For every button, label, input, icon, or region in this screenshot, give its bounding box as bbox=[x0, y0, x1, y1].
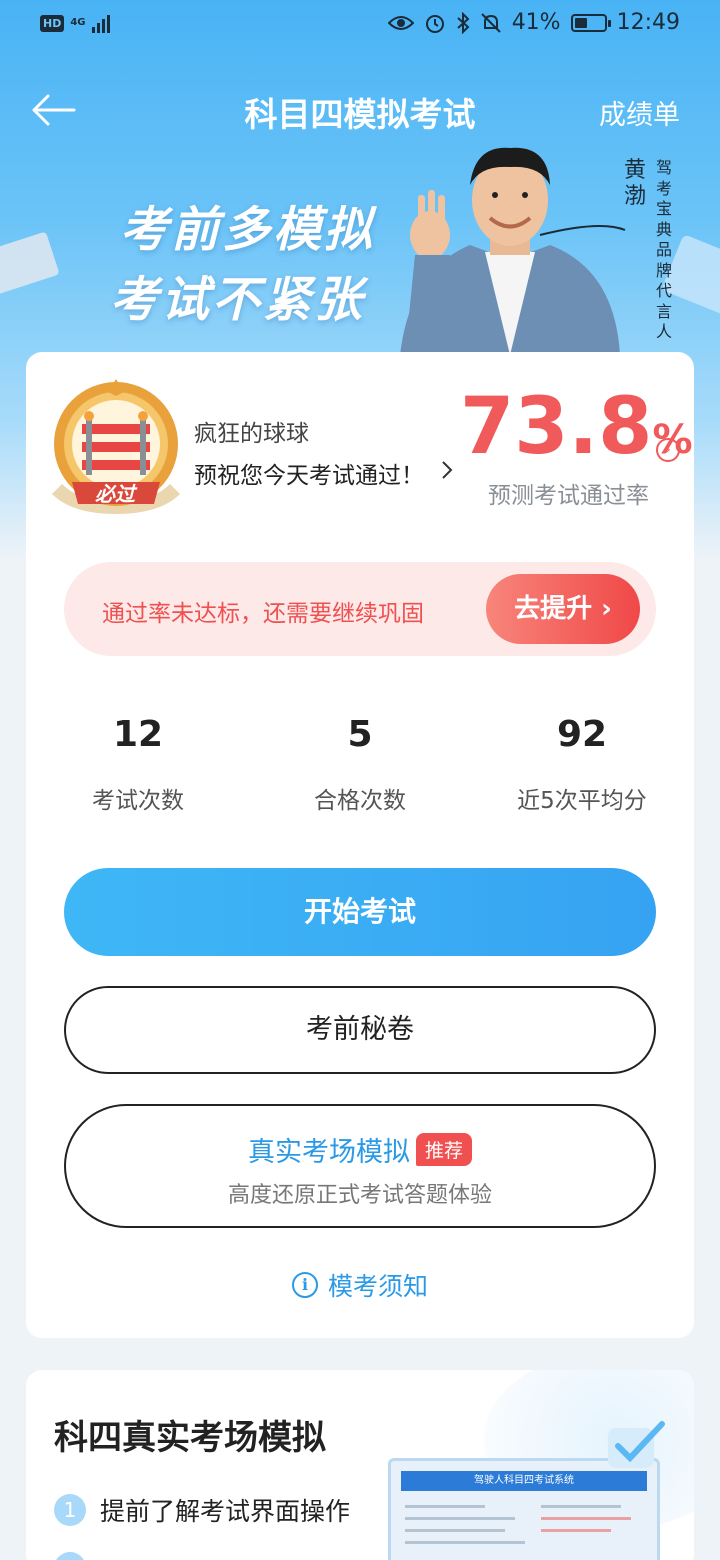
bluetooth-icon bbox=[457, 11, 470, 34]
hd-icon: HD bbox=[40, 14, 65, 32]
slogan-line: 考试不紧张 bbox=[110, 272, 366, 328]
stat-pass-count: 5 合格次数 bbox=[240, 707, 480, 815]
pass-rate-label: 预测考试通过率 bbox=[488, 483, 649, 509]
feature-item bbox=[54, 1552, 86, 1560]
improve-button[interactable]: 去提升 › bbox=[486, 574, 640, 644]
checkmark-icon bbox=[608, 1421, 665, 1468]
battery-icon bbox=[570, 13, 611, 32]
notice-label: 模考须知 bbox=[327, 1272, 428, 1301]
clock: 12:49 bbox=[616, 10, 680, 35]
network-type: 4G bbox=[70, 17, 86, 28]
report-card-button[interactable]: 成绩单 bbox=[599, 93, 680, 132]
real-exam-sim-button[interactable]: 真实考场模拟 推荐 高度还原正式考试答题体验 bbox=[64, 1104, 656, 1228]
alarm-icon bbox=[425, 14, 444, 33]
mute-icon bbox=[480, 12, 501, 33]
user-name: 疯狂的球球 bbox=[194, 421, 309, 447]
nav-bar: 科目四模拟考试 成绩单 bbox=[0, 80, 720, 140]
stat-label: 合格次数 bbox=[314, 788, 406, 814]
slogan: 考前多模拟 考试不紧张 bbox=[110, 195, 376, 335]
stats-row: 12 考试次数 5 合格次数 92 近5次平均分 bbox=[26, 707, 694, 827]
recommend-badge: 推荐 bbox=[415, 1133, 472, 1166]
feature-number bbox=[54, 1552, 86, 1560]
real-exam-section: 科四真实考场模拟 1 提前了解考试界面操作 驾驶人科目四考试系统 bbox=[26, 1370, 694, 1560]
stat-value: 92 bbox=[556, 714, 608, 755]
feature-item: 1 提前了解考试界面操作 bbox=[54, 1492, 350, 1528]
info-icon: i bbox=[291, 1272, 318, 1298]
exam-card: 必过 疯狂的球球 预祝您今天考试通过！ 73.8% › 预测考试通过率 通过率未… bbox=[26, 352, 694, 1338]
exam-screen-preview: 驾驶人科目四考试系统 bbox=[388, 1458, 660, 1560]
stat-label: 考试次数 bbox=[92, 788, 184, 814]
exam-notice-link[interactable]: i 模考须知 bbox=[26, 1267, 694, 1303]
screen-title: 驾驶人科目四考试系统 bbox=[401, 1471, 647, 1491]
start-exam-button[interactable]: 开始考试 bbox=[64, 868, 656, 956]
chevron-right-icon[interactable] bbox=[440, 458, 454, 482]
slogan-line: 考前多模拟 bbox=[120, 202, 376, 258]
section-title: 科四真实考场模拟 bbox=[54, 1418, 326, 1458]
pass-warning-banner: 通过率未达标，还需要继续巩固 去提升 › bbox=[64, 562, 656, 656]
real-exam-subtitle: 高度还原正式考试答题体验 bbox=[227, 1183, 492, 1208]
warning-text: 通过率未达标，还需要继续巩固 bbox=[102, 601, 424, 627]
secret-paper-button[interactable]: 考前秘卷 bbox=[64, 986, 656, 1074]
wish-text[interactable]: 预祝您今天考试通过！ bbox=[194, 456, 424, 490]
feature-text: 提前了解考试界面操作 bbox=[100, 1497, 351, 1526]
signal-icon bbox=[91, 13, 110, 33]
pass-rate: 73.8% bbox=[460, 382, 693, 485]
feature-number: 1 bbox=[54, 1494, 86, 1526]
battery-percent: 41% bbox=[511, 10, 561, 35]
spokesperson-name: 黄渤 bbox=[623, 158, 646, 209]
stat-exam-count: 12 考试次数 bbox=[18, 707, 258, 815]
decor-paper bbox=[0, 231, 60, 304]
pass-rate-detail-icon[interactable]: › bbox=[656, 438, 680, 462]
stat-value: 5 bbox=[347, 714, 373, 755]
stat-label: 近5次平均分 bbox=[517, 788, 647, 814]
pass-rate-value: 73.8 bbox=[460, 382, 653, 472]
eye-icon bbox=[387, 15, 414, 30]
stat-value: 12 bbox=[112, 714, 164, 755]
real-exam-title: 真实考场模拟 bbox=[247, 1137, 410, 1168]
spokesperson-title: 驾考宝典品牌代言人 bbox=[655, 158, 672, 341]
badge-label: 必过 bbox=[95, 482, 135, 506]
stat-average-score: 92 近5次平均分 bbox=[462, 707, 702, 815]
status-bar: HD 4G 41% 12:49 bbox=[0, 0, 720, 52]
improve-label: 去提升 bbox=[514, 594, 593, 624]
spokesperson-image bbox=[400, 147, 626, 355]
